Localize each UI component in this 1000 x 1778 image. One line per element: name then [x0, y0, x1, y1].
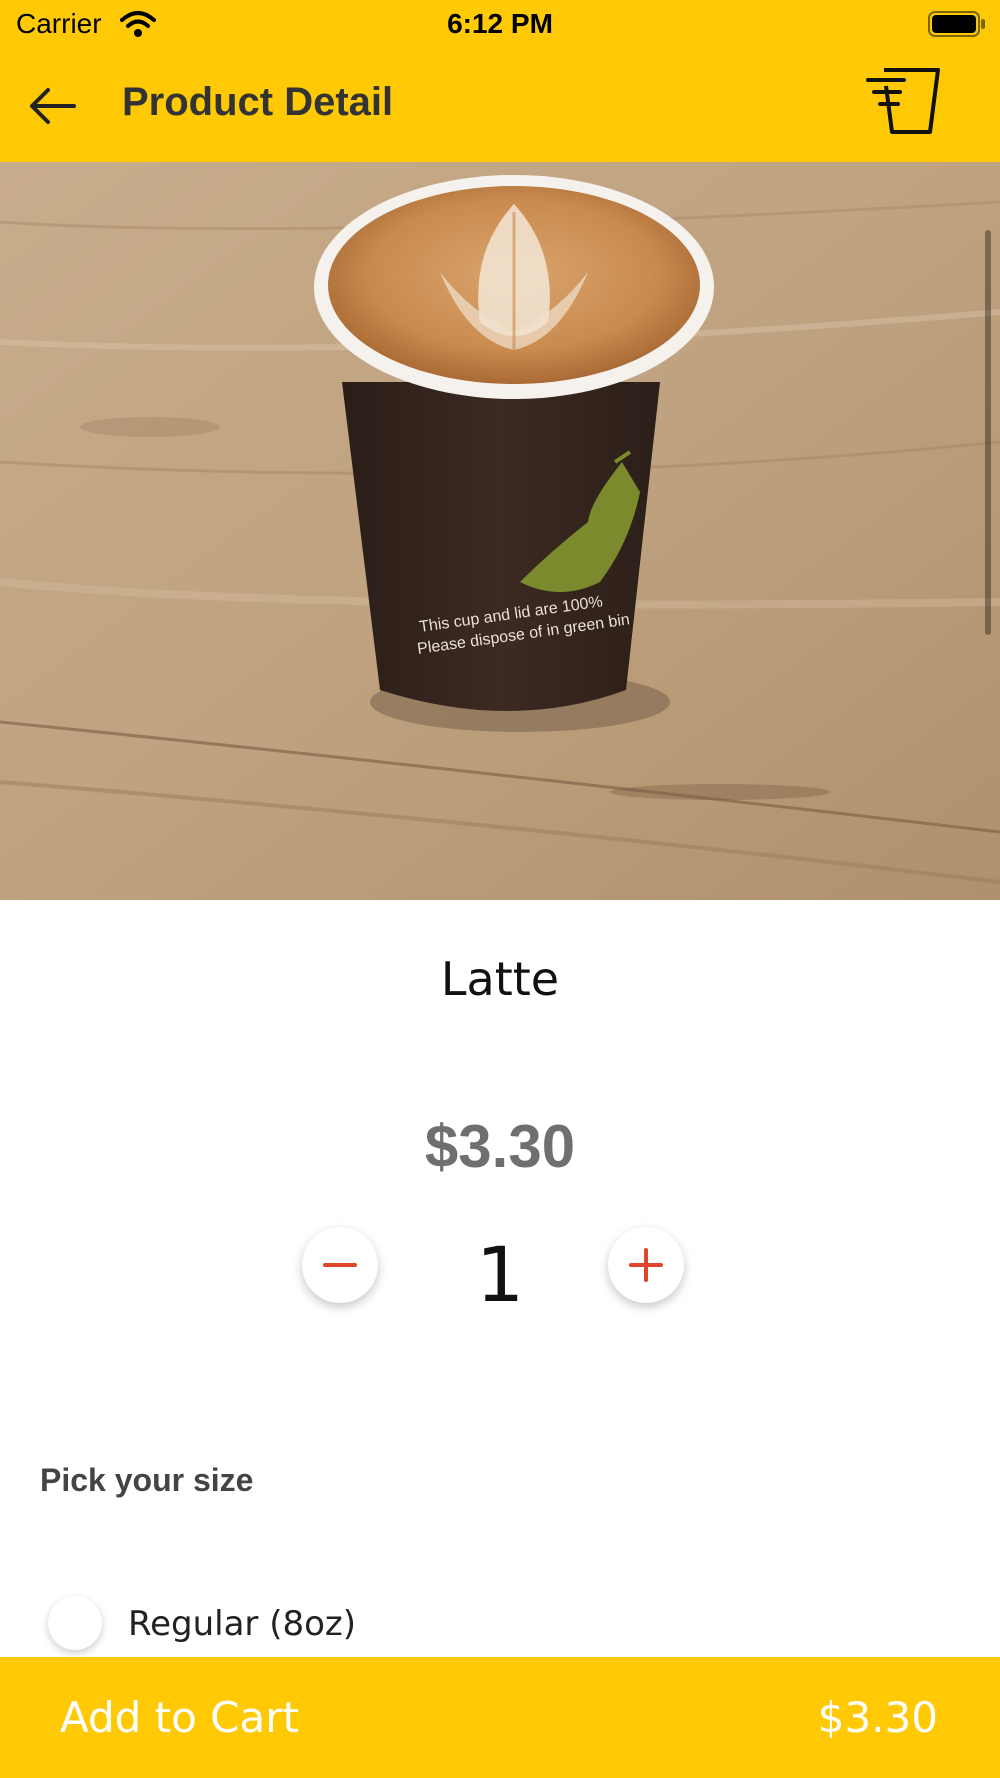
cart-total: $3.30 — [817, 1693, 938, 1742]
minus-icon — [323, 1263, 357, 1267]
increase-quantity-button[interactable] — [608, 1227, 684, 1303]
page-title: Product Detail — [122, 80, 394, 124]
status-time: 6:12 PM — [447, 8, 553, 39]
battery-icon — [928, 11, 985, 37]
product-price: $3.30 — [424, 1113, 576, 1180]
size-heading: Pick your size — [40, 1462, 254, 1498]
add-to-cart-button[interactable]: Add to Cart $3.30 — [0, 1657, 1000, 1778]
quantity-value: 1 — [475, 1230, 525, 1319]
arrow-left-icon[interactable] — [26, 84, 78, 128]
size-option-label: Regular (8oz) — [128, 1604, 357, 1644]
decrease-quantity-button[interactable] — [302, 1227, 378, 1303]
product-name: Latte — [440, 952, 560, 1006]
product-image: This cup and lid are 100% Please dispose… — [0, 162, 1000, 900]
add-to-cart-label: Add to Cart — [60, 1693, 299, 1742]
scrollbar[interactable] — [985, 230, 991, 635]
app-header: Carrier 6:12 PM Product Detail — [0, 0, 1000, 162]
size-radio-regular[interactable] — [48, 1596, 102, 1650]
status-bar: Carrier 6:12 PM — [0, 0, 1000, 50]
cart-icon[interactable] — [866, 66, 940, 136]
